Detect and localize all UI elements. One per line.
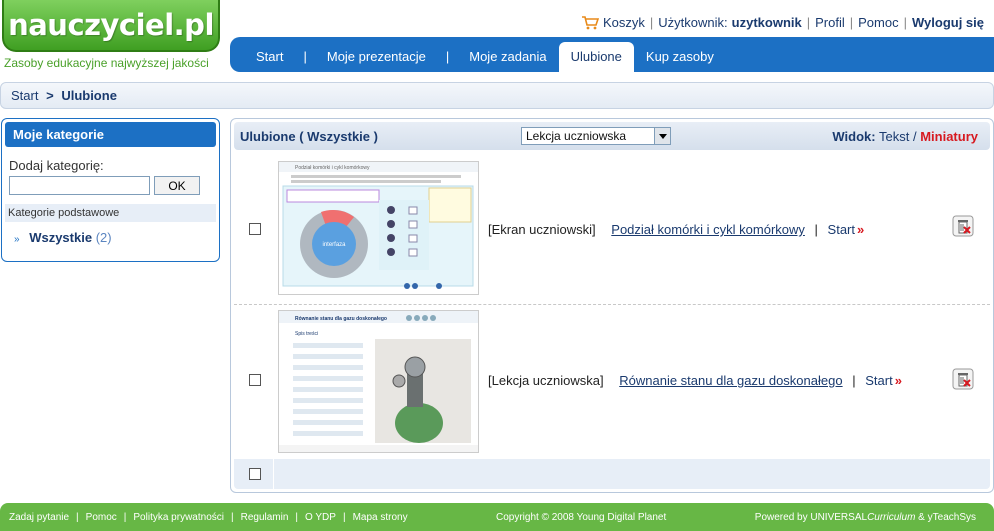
footer-separator: |	[295, 511, 299, 523]
select-all-checkbox[interactable]	[249, 468, 261, 480]
chevron-right-icon: »	[894, 373, 902, 388]
separator: |	[849, 15, 854, 30]
item-title-link[interactable]: Równanie stanu dla gazu doskonałego	[619, 373, 842, 388]
separator: |	[649, 15, 654, 30]
footer-link-help[interactable]: Pomoc	[86, 512, 117, 523]
site-logo[interactable]: nauczyciel.pl	[2, 0, 220, 52]
breadcrumb-current: Ulubione	[61, 88, 117, 103]
breadcrumb: Start > Ulubione	[0, 82, 994, 109]
separator: |	[806, 15, 811, 30]
resource-type-select[interactable]: Lekcja uczniowska	[521, 127, 671, 145]
item-checkbox[interactable]	[249, 223, 261, 235]
view-separator: /	[912, 129, 917, 144]
select-all-cell	[234, 459, 274, 489]
logout-link[interactable]: Wyloguj się	[912, 15, 984, 30]
footer-separator: |	[76, 511, 79, 523]
view-thumbnails-link[interactable]: Miniatury	[920, 129, 978, 144]
footer-link-privacy[interactable]: Polityka prywatności	[133, 512, 224, 523]
user-bar: Koszyk | Użytkownik: uzytkownik | Profil…	[581, 15, 984, 30]
nav-separator: |	[445, 49, 450, 64]
trash-icon[interactable]	[952, 215, 974, 237]
nav-tasks[interactable]: Moje zadania	[457, 42, 558, 72]
item-thumbnail[interactable]: Podział komórki i cykl komórkowy interfa…	[278, 161, 479, 295]
logo-text: nauczyciel.pl	[8, 8, 214, 42]
item-type: [Ekran uczniowski]	[488, 222, 596, 237]
breadcrumb-home[interactable]: Start	[11, 88, 38, 103]
footer-link-sitemap[interactable]: Mapa strony	[353, 512, 408, 523]
profile-link[interactable]: Profil	[815, 15, 845, 30]
separator: |	[903, 15, 907, 30]
add-category-label: Dodaj kategorię:	[9, 158, 104, 173]
powered-suffix: & yTeachSys	[915, 512, 976, 523]
footer-links: Zadaj pytanie | Pomoc | Polityka prywatn…	[9, 512, 408, 523]
thumb-center-label: interfaza	[322, 242, 346, 248]
add-category-input[interactable]	[9, 176, 150, 195]
chevron-right-icon: »	[857, 222, 865, 237]
cell-cycle-thumbnail-image: Podział komórki i cykl komórkowy interfa…	[279, 162, 478, 294]
footer-separator: |	[230, 511, 234, 523]
favorite-item: Podział komórki i cykl komórkowy interfa…	[234, 155, 990, 305]
view-switch: Widok: Tekst / Miniatury	[832, 129, 978, 144]
chevron-down-icon[interactable]	[654, 128, 670, 144]
footer-separator: |	[123, 511, 127, 523]
bulk-actions-row	[234, 459, 990, 489]
user-label: Użytkownik:	[658, 15, 728, 30]
separator: |	[814, 222, 818, 237]
item-checkbox[interactable]	[249, 374, 261, 386]
footer-link-about[interactable]: O YDP	[305, 512, 336, 523]
nav-presentations[interactable]: Moje prezentacje	[315, 42, 438, 72]
site-tagline: Zasoby edukacyjne najwyższej jakości	[4, 56, 209, 70]
cart-link[interactable]: Koszyk	[603, 15, 645, 30]
copyright: Copyright © 2008 Young Digital Planet	[496, 512, 667, 523]
categories-sidebar: Moje kategorie Dodaj kategorię: OK Kateg…	[1, 118, 220, 262]
add-category-ok-button[interactable]: OK	[154, 176, 200, 195]
item-start-link[interactable]: Start	[865, 373, 892, 388]
item-type: [Lekcja uczniowska]	[488, 373, 604, 388]
thumb-title: Podział komórki i cykl komórkowy	[295, 165, 370, 171]
favorites-header: Ulubione ( Wszystkie ) Lekcja uczniowska…	[234, 122, 990, 150]
cart-icon[interactable]	[581, 15, 599, 30]
item-description: [Lekcja uczniowska] Równanie stanu dla g…	[488, 373, 902, 388]
item-title-link[interactable]: Podział komórki i cykl komórkowy	[611, 222, 805, 237]
nav-favorites[interactable]: Ulubione	[558, 42, 634, 72]
username: uzytkownik	[731, 15, 802, 30]
footer-link-terms[interactable]: Regulamin	[241, 512, 289, 523]
category-item-all[interactable]: » Wszystkie (2)	[2, 222, 219, 253]
thumb-toc: Spis treści	[295, 331, 318, 337]
view-label: Widok:	[832, 129, 876, 144]
powered-prefix: Powered by UNIVERSAL	[754, 512, 868, 523]
trash-icon[interactable]	[952, 368, 974, 390]
nav-separator: |	[303, 49, 307, 64]
add-category-form: Dodaj kategorię: OK	[2, 150, 219, 195]
view-text-link[interactable]: Tekst	[879, 129, 909, 144]
nav-buy[interactable]: Kup zasoby	[634, 42, 726, 72]
powered-by: Powered by UNIVERSALCurriculum & yTeachS…	[755, 512, 976, 523]
item-thumbnail[interactable]: Równanie stanu dla gazu doskonałego Spis…	[278, 310, 479, 453]
category-count: (2)	[95, 230, 112, 245]
select-value: Lekcja uczniowska	[526, 129, 627, 143]
category-name[interactable]: Wszystkie	[29, 230, 92, 245]
favorites-panel: Ulubione ( Wszystkie ) Lekcja uczniowska…	[230, 118, 994, 493]
sidebar-title: Moje kategorie	[5, 122, 216, 147]
powered-italic: Curriculum	[867, 512, 916, 523]
footer-link-ask[interactable]: Zadaj pytanie	[9, 512, 69, 523]
separator: |	[852, 373, 856, 388]
help-link[interactable]: Pomoc	[858, 15, 898, 30]
thumb-title: Równanie stanu dla gazu doskonałego	[295, 316, 387, 322]
site-footer: Zadaj pytanie | Pomoc | Polityka prywatn…	[0, 503, 994, 531]
breadcrumb-arrow: >	[46, 88, 54, 103]
favorites-title: Ulubione ( Wszystkie )	[240, 129, 378, 144]
nav-start[interactable]: Start	[244, 42, 295, 72]
favorite-item: Równanie stanu dla gazu doskonałego Spis…	[234, 306, 990, 458]
bullet-icon: »	[14, 234, 20, 245]
main-nav: Start | Moje prezentacje | Moje zadania …	[230, 37, 994, 72]
basic-categories-header: Kategorie podstawowe	[5, 204, 216, 222]
item-start-link[interactable]: Start	[828, 222, 855, 237]
footer-separator: |	[342, 511, 346, 523]
gas-equation-thumbnail-image: Równanie stanu dla gazu doskonałego Spis…	[279, 311, 478, 452]
item-description: [Ekran uczniowski] Podział komórki i cyk…	[488, 222, 864, 237]
